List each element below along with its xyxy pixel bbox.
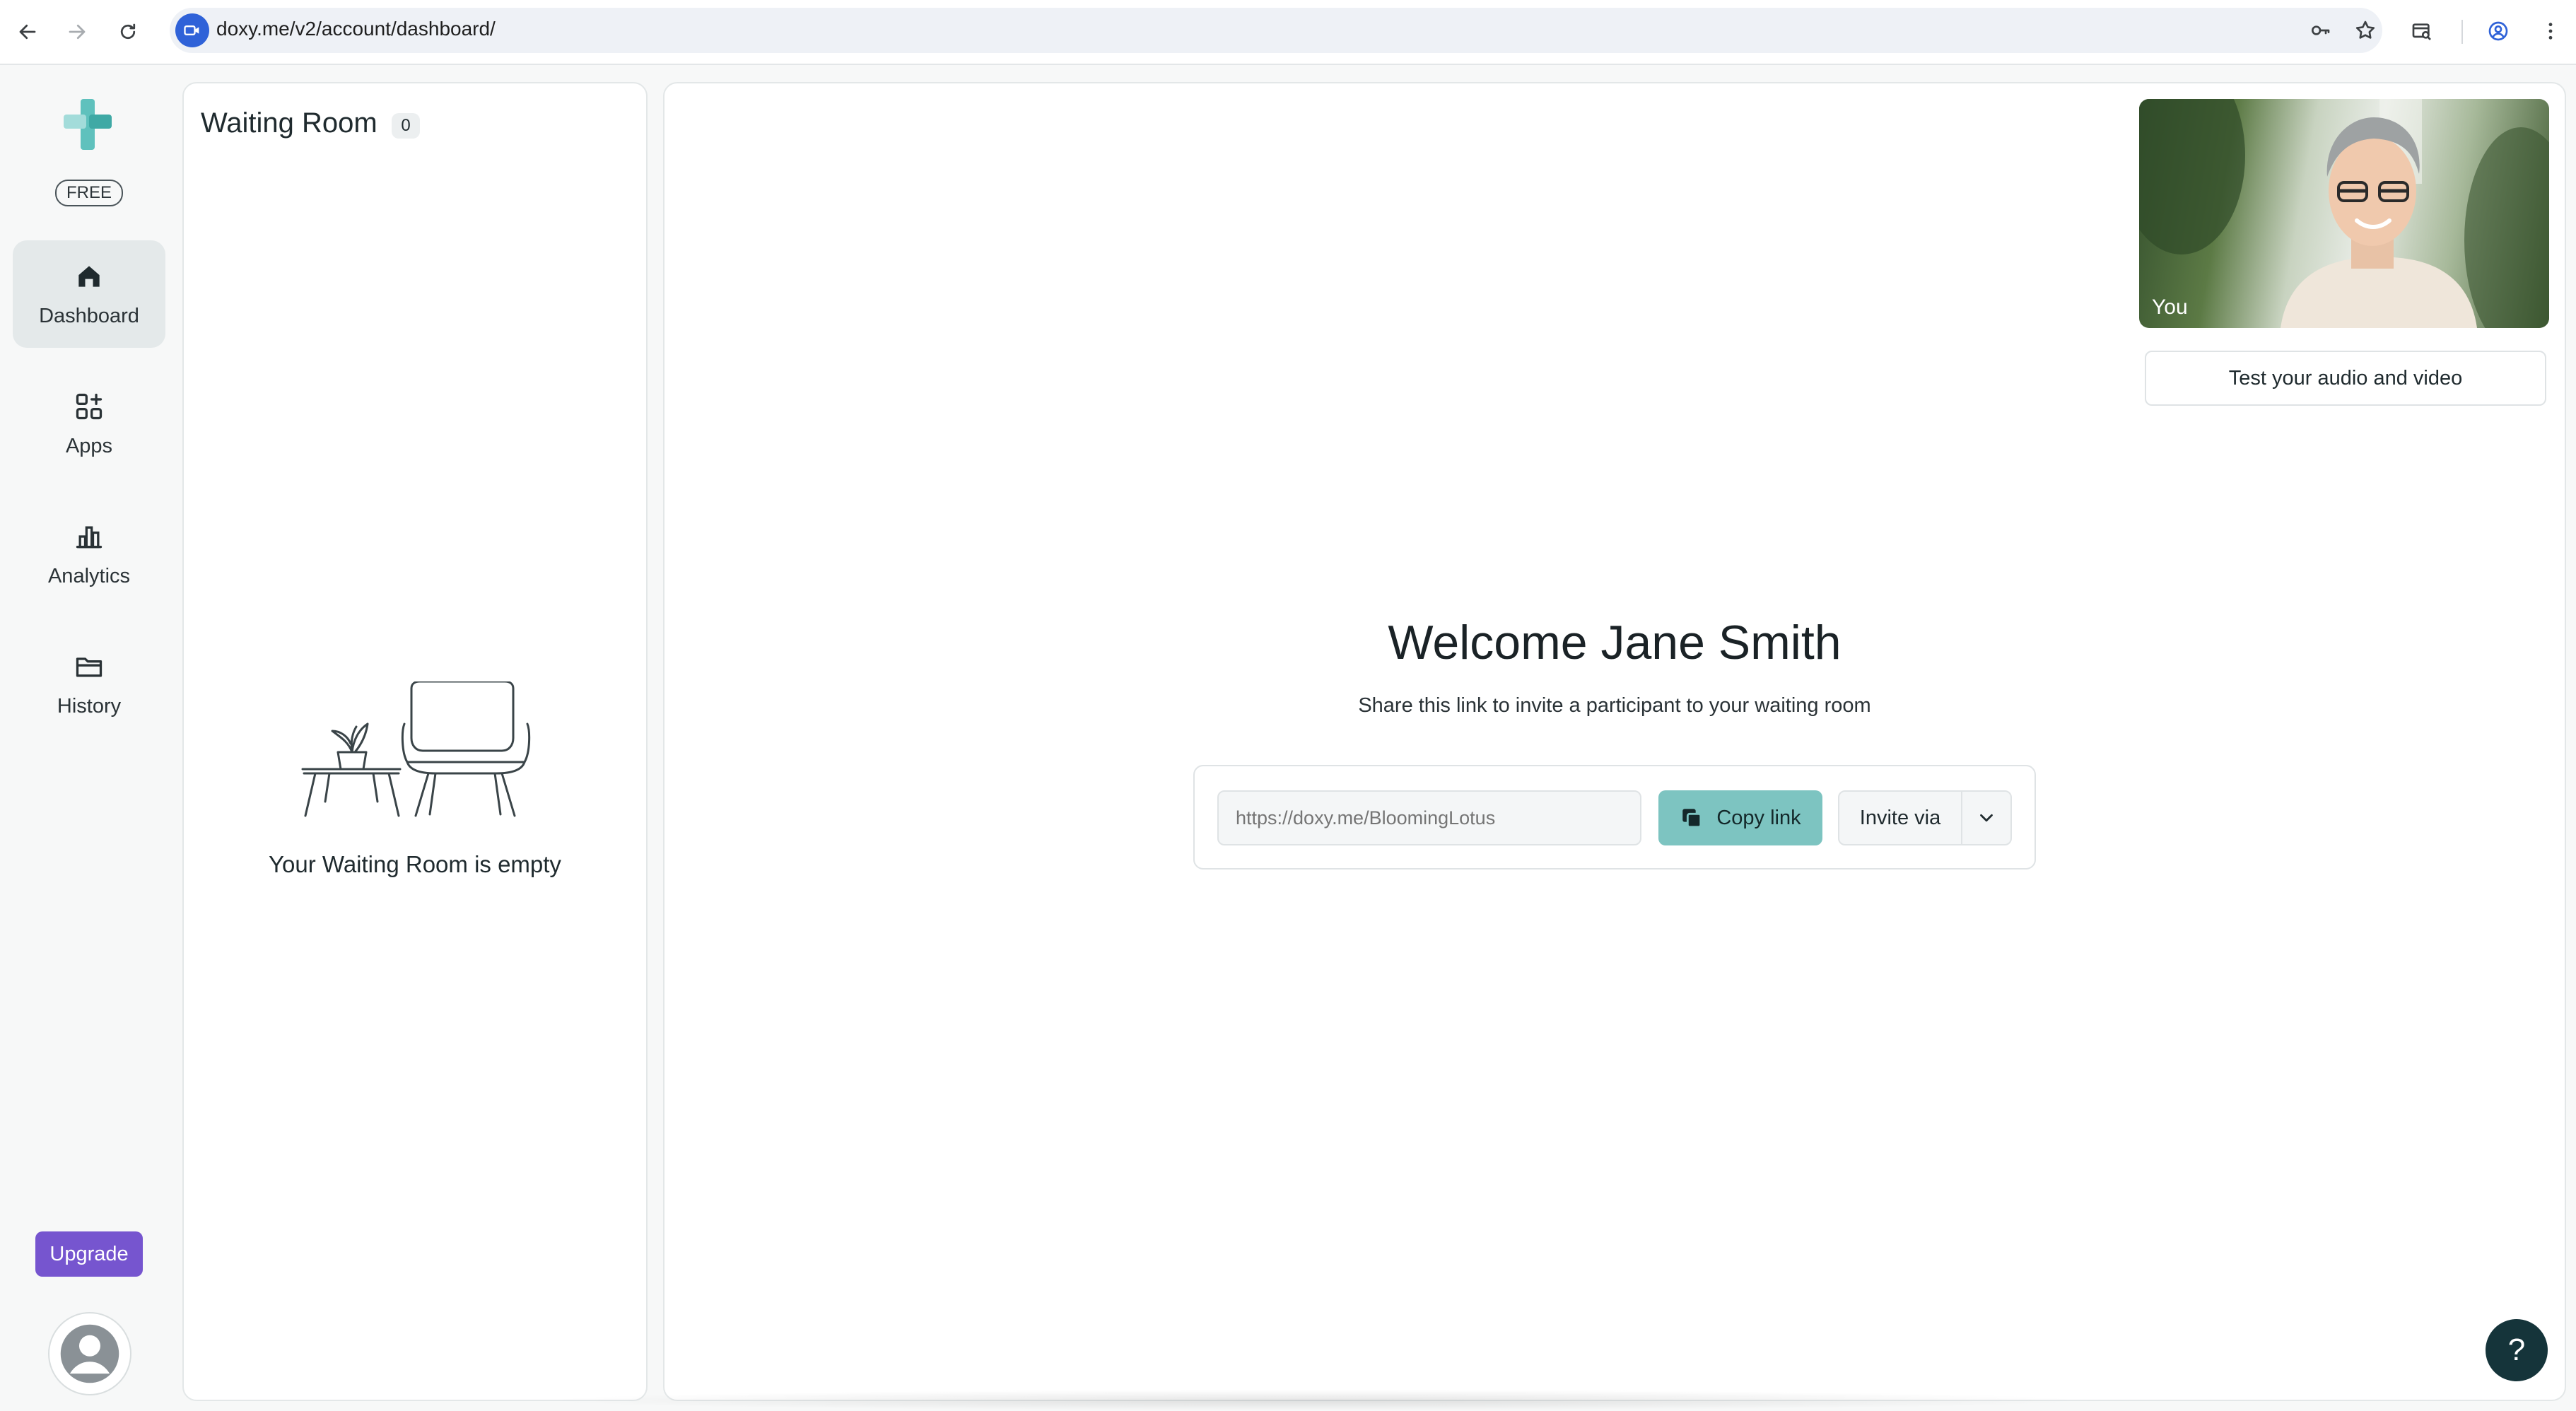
invite-via-split-button: Invite via bbox=[1838, 790, 2012, 845]
nav-dashboard-label: Dashboard bbox=[39, 304, 139, 327]
plan-badge: FREE bbox=[55, 180, 123, 206]
waiting-room-count: 0 bbox=[392, 113, 420, 139]
user-avatar-icon bbox=[60, 1324, 119, 1383]
self-video-image bbox=[2139, 99, 2549, 328]
empty-waiting-room-illustration bbox=[301, 681, 531, 817]
sidebar: FREE Dashboard Apps Analytics History Up… bbox=[0, 65, 178, 1411]
waiting-room-panel: Waiting Room 0 Your Waiting Room is empt… bbox=[182, 82, 648, 1401]
nav-apps-label: Apps bbox=[65, 434, 113, 457]
invite-via-button[interactable]: Invite via bbox=[1839, 792, 1961, 844]
back-arrow-icon[interactable] bbox=[10, 14, 45, 49]
welcome-subtitle: Share this link to invite a participant … bbox=[1358, 694, 1871, 717]
copy-link-button[interactable]: Copy link bbox=[1658, 790, 1822, 845]
copy-icon bbox=[1682, 809, 1702, 829]
nav-dashboard[interactable]: Dashboard bbox=[13, 240, 165, 348]
nav-analytics-label: Analytics bbox=[47, 564, 131, 587]
nav-analytics[interactable]: Analytics bbox=[13, 500, 165, 608]
nav-history[interactable]: History bbox=[13, 631, 165, 738]
upgrade-button[interactable]: Upgrade bbox=[35, 1231, 143, 1277]
url-text[interactable]: doxy.me/v2/account/dashboard/ bbox=[216, 18, 496, 40]
self-video-label: You bbox=[2152, 295, 2188, 319]
waiting-room-empty-text: Your Waiting Room is empty bbox=[269, 851, 561, 877]
room-link-input[interactable] bbox=[1217, 790, 1641, 845]
forward-arrow-icon[interactable] bbox=[59, 14, 95, 49]
more-menu-icon[interactable] bbox=[2535, 16, 2566, 47]
toolbar-divider bbox=[2461, 20, 2463, 44]
doxy-logo-icon[interactable] bbox=[61, 96, 117, 153]
home-icon bbox=[78, 265, 100, 287]
waiting-room-title: Waiting Room bbox=[201, 107, 377, 139]
address-bar[interactable]: doxy.me/v2/account/dashboard/ bbox=[170, 8, 2382, 53]
invite-dropdown-button[interactable] bbox=[1962, 792, 2010, 844]
folder-icon bbox=[76, 657, 103, 677]
tab-search-icon[interactable] bbox=[2406, 16, 2437, 47]
chevron-down-icon bbox=[1980, 814, 1993, 822]
reload-icon[interactable] bbox=[110, 14, 146, 49]
share-link-card: Copy link Invite via bbox=[1193, 765, 2036, 870]
bar-chart-icon bbox=[76, 526, 103, 548]
password-key-icon[interactable] bbox=[2307, 18, 2333, 43]
help-button[interactable]: ? bbox=[2486, 1319, 2548, 1381]
browser-toolbar: doxy.me/v2/account/dashboard/ bbox=[0, 0, 2576, 65]
main-panel: You Test your audio and video Welcome Ja… bbox=[663, 82, 2566, 1401]
test-audio-video-button[interactable]: Test your audio and video bbox=[2145, 351, 2546, 406]
profile-icon[interactable] bbox=[2483, 16, 2514, 47]
nav-history-label: History bbox=[57, 694, 122, 718]
self-video-preview[interactable]: You bbox=[2139, 99, 2549, 328]
avatar[interactable] bbox=[48, 1312, 131, 1395]
apps-grid-icon bbox=[76, 393, 103, 419]
welcome-heading: Welcome Jane Smith bbox=[1388, 616, 1842, 669]
nav-apps[interactable]: Apps bbox=[13, 370, 165, 478]
copy-link-label: Copy link bbox=[1716, 806, 1801, 829]
bottom-shadow bbox=[537, 1390, 2092, 1411]
bookmark-star-icon[interactable] bbox=[2353, 18, 2378, 43]
site-video-icon bbox=[175, 13, 209, 47]
